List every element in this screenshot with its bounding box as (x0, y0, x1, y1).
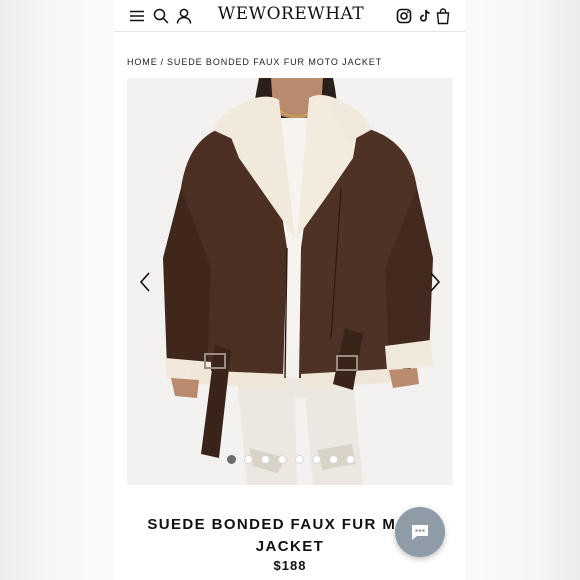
product-title-line-1: SUEDE BONDED FAUX FUR MOTO (147, 516, 433, 533)
chat-button[interactable] (395, 507, 445, 557)
chevron-left-icon (139, 272, 150, 292)
gallery-dot[interactable] (346, 455, 355, 464)
product-price: $188 (273, 558, 307, 573)
gallery-dot[interactable] (295, 455, 304, 464)
brand-logo[interactable]: WEWOREWHAT (209, 4, 373, 24)
menu-icon[interactable] (128, 7, 146, 25)
chat-icon (412, 525, 428, 540)
gallery-dot[interactable] (261, 455, 270, 464)
tiktok-icon[interactable] (416, 7, 434, 25)
search-icon[interactable] (152, 7, 170, 25)
product-title-line-2: JACKET (255, 538, 325, 555)
mobile-page: WEWOREWHAT HOME / SUEDE BONDED FAUX FUR MO… (114, 0, 466, 580)
product-photo (127, 78, 453, 485)
breadcrumb-current: SUEDE BONDED FAUX FUR MOTO JACKET (167, 57, 383, 67)
site-header: WEWOREWHAT (114, 0, 466, 32)
breadcrumb-home-link[interactable]: HOME (127, 57, 158, 67)
account-icon[interactable] (175, 7, 193, 25)
gallery-dot[interactable] (278, 455, 287, 464)
previous-image-button[interactable] (136, 270, 154, 294)
cart-icon[interactable] (434, 7, 452, 25)
gallery-dot[interactable] (227, 455, 236, 464)
breadcrumb-separator: / (160, 57, 165, 67)
gallery-dot[interactable] (312, 455, 321, 464)
gallery-dot[interactable] (329, 455, 338, 464)
chevron-right-icon (430, 272, 441, 292)
gallery-dot[interactable] (244, 455, 253, 464)
breadcrumb: HOME / SUEDE BONDED FAUX FUR MOTO JACKET (127, 57, 382, 67)
instagram-icon[interactable] (395, 7, 413, 25)
next-image-button[interactable] (426, 270, 444, 294)
product-image-gallery[interactable] (127, 78, 453, 485)
gallery-pagination (127, 454, 453, 466)
